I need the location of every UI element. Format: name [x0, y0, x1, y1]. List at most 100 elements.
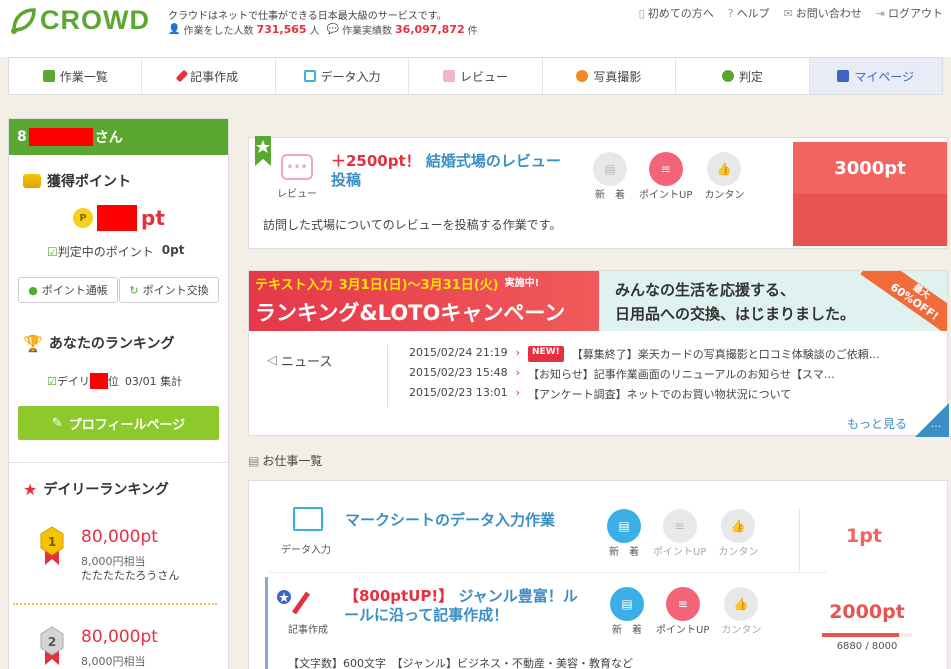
news-divider [387, 345, 388, 407]
pencil-icon [175, 69, 189, 83]
tab-article[interactable]: 記事作成 [142, 58, 276, 94]
speech-icon [442, 70, 455, 82]
help-icon: ? [727, 7, 734, 20]
news-item[interactable]: 2015/02/23 15:48 › 【お知らせ】記事作業画面のリニューアルのお… [409, 366, 835, 382]
job-detail: 【文字数】600文字 【ジャンル】ビジネス・不動産・美容・教育など [288, 657, 633, 669]
ranking-title: あなたのランキング [48, 336, 175, 352]
category-label: レビュー [277, 189, 317, 200]
featured-reward-box: 3000pt [793, 142, 947, 246]
list-icon [42, 70, 55, 82]
list-doc-icon: ▤ [248, 453, 260, 468]
checkbox-icon: ☑ [47, 374, 57, 388]
job-item[interactable]: 記事作成 【800ptUP!】 ジャンル豊富！ルールに沿って記事作成！ ▤ 新 着… [265, 577, 945, 669]
news-item[interactable]: 2015/02/24 21:19 › NEW! 【募集終了】楽天カードの写真撮影… [409, 346, 880, 362]
tab-label: 判定 [738, 69, 763, 84]
campaign-banner-right[interactable]: みんなの生活を応援する、 日用品への交換、はじまりました。 最大 60%OFF! [599, 271, 947, 331]
banner-right-line1: みんなの生活を応援する、 [615, 281, 796, 299]
daily-ranking-title: デイリーランキング [43, 482, 169, 498]
crowd-logo[interactable]: CROWD [8, 5, 150, 36]
tab-judge[interactable]: 判定 [676, 58, 810, 94]
user-name-suffix: さん [94, 130, 123, 146]
reward-lower-band [793, 194, 947, 246]
reward-divider [799, 509, 800, 571]
point-up-icon: ≡ [648, 152, 683, 186]
news-date: 2015/02/24 21:19 [409, 346, 508, 359]
pending-label-wrap: ☑判定中のポイント [47, 243, 154, 260]
badge-easy: 👍 カンタン [704, 152, 744, 201]
news-date: 2015/02/23 13:01 [409, 386, 508, 399]
banner-dates: 3月1日(日)〜3月31日(火) [338, 278, 499, 293]
book-icon: ▯ [638, 7, 645, 20]
banner-tag: 実施中! [504, 278, 540, 289]
point-history-button[interactable]: ● ポイント通帳 [18, 277, 118, 303]
ranking-title-row: 🏆 あなたのランキング [23, 333, 175, 353]
main-nav: 作業一覧 記事作成 データ入力 レビュー 写真撮影 判定 マイページ [8, 57, 943, 95]
badge-new: ▤ 新 着 [610, 587, 644, 636]
campaign-banner-left[interactable]: テキスト入力 3月1日(日)〜3月31日(火) 実施中! ランキング&LOTOキ… [249, 271, 599, 331]
tab-mypage[interactable]: マイページ [809, 58, 942, 94]
news-label-row: ◁ ニュース [267, 351, 332, 370]
daily-rank-row: ☑ デイリ 位 03/01 集計 [47, 373, 182, 389]
job-title[interactable]: 【800ptUP!】 ジャンル豊富！ルールに沿って記事作成！ [344, 587, 592, 625]
rank-2-points: 80,000pt [81, 627, 158, 647]
exchange-icon: ↻ [129, 283, 139, 297]
news-date: 2015/02/23 15:48 [409, 366, 508, 379]
job-list: データ入力 マークシートのデータ入力作業 ▤ 新 着 ≡ ポイントUP 👍 カンタン … [248, 480, 948, 669]
tab-label: 記事作成 [190, 69, 239, 84]
pending-points-row: ☑判定中のポイント 0pt [47, 243, 184, 260]
link-beginners[interactable]: ▯ 初めての方へ [639, 5, 714, 21]
news-item[interactable]: 2015/02/23 13:01 › 【アンケート調査】ネットでのお買い物状況に… [409, 386, 791, 402]
profile-page-button[interactable]: ✎ プロフィールページ [18, 406, 219, 440]
workers-unit: 人 [309, 26, 320, 37]
featured-title[interactable]: ＋2500pt！ 結婚式場のレビュー投稿 [331, 152, 571, 190]
site-header: CROWD クラウドはネットで仕事ができる日本最大級のサービスです。 👤 作業を… [0, 0, 951, 57]
points-title-row: 獲得ポイント [23, 171, 131, 191]
link-logout[interactable]: ⇥ ログアウト [876, 5, 943, 21]
banner-right-line2: 日用品への交換、はじまりました。 [615, 305, 856, 323]
badge-new: ▤ 新 着 [593, 152, 627, 201]
points-value: P pt [73, 205, 165, 231]
review-category-icon: ••• [281, 154, 313, 180]
sidebar: 8 さん 獲得ポイント P pt ☑判定中のポイント 0pt ● ポイント通帳 ↻… [8, 118, 229, 669]
discount-ribbon: 最大 60%OFF! [860, 271, 947, 331]
badge-point-up-label: ポイントUP [639, 190, 693, 201]
point-exchange-button[interactable]: ↻ ポイント交換 [119, 277, 219, 303]
coins-icon [23, 174, 41, 188]
tab-photo[interactable]: 写真撮影 [543, 58, 677, 94]
banner-main: ランキング&LOTOキャンペーン [255, 301, 566, 325]
checkbox-icon: ☑ [47, 245, 58, 259]
progress-fill [822, 633, 900, 637]
new-badge: NEW! [528, 346, 564, 362]
featured-description: 訪問した式場についてのレビューを投稿する作業です。 [263, 218, 562, 232]
rank-1-points: 80,000pt [81, 527, 158, 547]
daily-rank-prefix: デイリ [56, 375, 90, 388]
star-icon: ★ [23, 479, 38, 499]
progress-text: 6880 / 8000 [836, 641, 898, 652]
featured-job-card[interactable]: ••• レビュー ＋2500pt！ 結婚式場のレビュー投稿 ▤ 新 着 ≡ ポイント… [248, 136, 948, 249]
badge-point-up: ≡ ポイントUP [653, 509, 706, 558]
rank-1-name: たたたたたろうさん [81, 569, 180, 582]
job-title[interactable]: マークシートのデータ入力作業 [345, 511, 555, 530]
banner-top-line: テキスト入力 3月1日(日)〜3月31日(火) 実施中! [255, 274, 539, 293]
thumbs-up-icon: 👍 [707, 152, 742, 186]
more-news-link[interactable]: もっと見る [847, 415, 907, 432]
article-category-icon [274, 587, 314, 617]
tab-review[interactable]: レビュー [409, 58, 543, 94]
job-title-points: 【800ptUP!】 [344, 587, 454, 605]
arrow-icon: › [515, 386, 521, 399]
link-help[interactable]: ? ヘルプ [728, 5, 770, 21]
featured-title-points: ＋2500pt！ [331, 152, 421, 170]
job-list-title-row: ▤ お仕事一覧 [248, 452, 322, 469]
rank-2-yen: 8,000円相当 [81, 655, 146, 668]
tab-label: マイページ [854, 69, 915, 84]
job-item[interactable]: データ入力 マークシートのデータ入力作業 ▤ 新 着 ≡ ポイントUP 👍 カンタン [267, 491, 827, 573]
badge-point-up: ≡ ポイントUP [656, 587, 709, 636]
link-contact[interactable]: ✉ お問い合わせ [784, 5, 862, 21]
link-beginners-label: 初めての方へ [647, 7, 714, 20]
badge-new-label: 新 着 [609, 547, 639, 558]
mail-icon: ✉ [783, 7, 793, 20]
tab-work-list[interactable]: 作業一覧 [9, 58, 143, 94]
thumbs-up-icon: 👍 [724, 587, 759, 621]
tab-data-entry[interactable]: データ入力 [276, 58, 410, 94]
badge-easy-label: カンタン [721, 625, 762, 636]
